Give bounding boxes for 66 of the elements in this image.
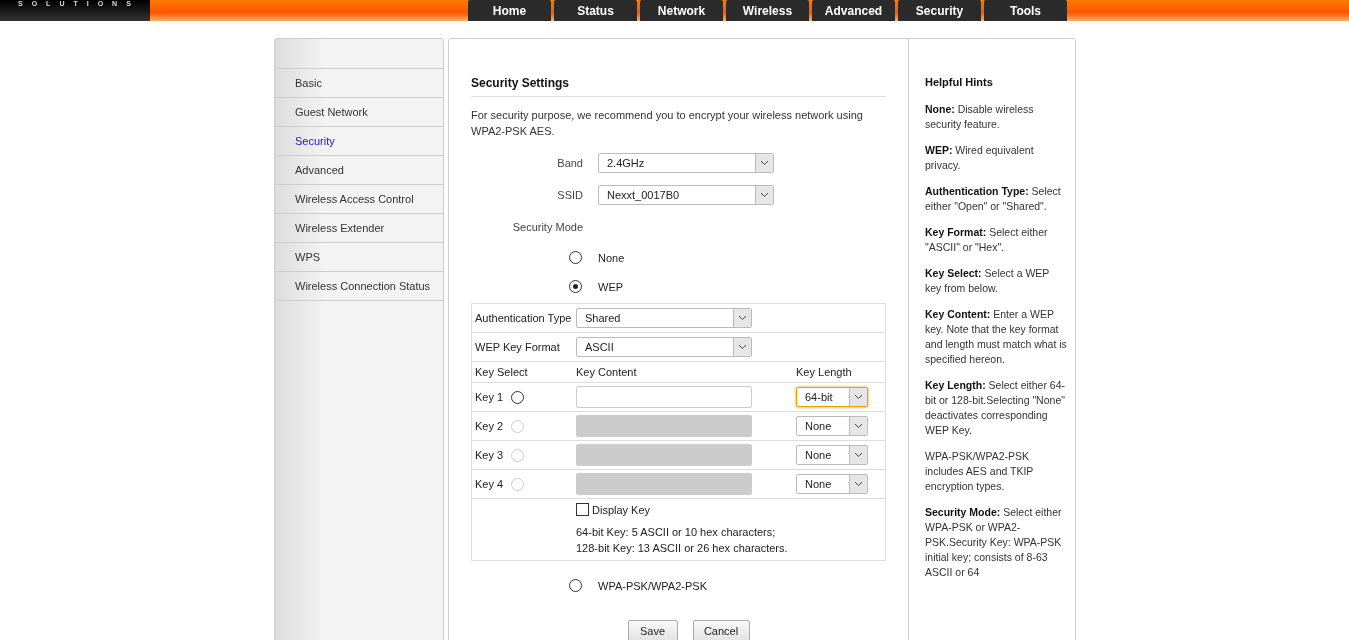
nav-tab[interactable]: Tools	[984, 0, 1067, 21]
sidebar-item[interactable]: Wireless Extender	[275, 214, 443, 243]
sidebar-item[interactable]: Basic	[275, 69, 443, 98]
section-title: Security Settings	[471, 76, 886, 97]
hint-text: WEP: Wired equivalent privacy.	[925, 143, 1035, 173]
radio-label: None	[598, 251, 625, 264]
column-header: Key Length	[796, 366, 852, 378]
hint-text: Authentication Type: Select either "Open" or "Shared".	[925, 184, 1062, 214]
field-label: Security Mode	[511, 221, 584, 233]
sidebar-item[interactable]: WPS	[275, 243, 443, 272]
caret-icon	[760, 192, 769, 198]
key-length-note: 128-bit Key: 13 ASCII or 26 hex characters.	[576, 541, 789, 556]
caret-icon	[854, 452, 863, 458]
hint-text: Key Length: Select either 64-bit or 128-bit.Selecting "None" deactivates corresponding WEP Key.	[925, 378, 1067, 438]
field-label: Authentication Type	[475, 312, 573, 324]
ssid-select[interactable]: Nexxt_0017B0	[598, 185, 774, 205]
intro-text: For security purpose, we recommend you to encrypt your wireless network using WPA2-PSK AES.	[471, 108, 864, 139]
nav-tab[interactable]: Network	[640, 0, 723, 21]
radio-label: WPA-PSK/WPA2-PSK	[598, 579, 707, 592]
hints-title: Helpful Hints	[925, 76, 994, 88]
field-label: Band	[556, 157, 584, 169]
hint-text: WPA-PSK/WPA2-PSK includes AES and TKIP encryption types.	[925, 449, 1035, 494]
field-label: WEP Key Format	[475, 341, 561, 353]
key-label: Key 4	[475, 478, 504, 490]
key-label: Key 3	[475, 449, 504, 461]
hint-text: Security Mode: Select either WPA-PSK or WPA2-PSK.Security Key: WPA-PSK initial key; consists of 8-63 ASCII or 64	[925, 505, 1063, 580]
sidebar-item[interactable]: Guest Network	[275, 98, 443, 127]
form-button[interactable]: Cancel	[692, 620, 750, 640]
caret-icon	[854, 481, 863, 487]
hint-text: Key Content: Enter a WEP key. Note that the key format and length must match what is specified hereon.	[925, 307, 1067, 367]
caret-icon	[760, 160, 769, 166]
key-label: Key 2	[475, 420, 504, 432]
hint-text: Key Format: Select either "ASCII" or "Hex".	[925, 225, 1049, 255]
radio-button[interactable]	[569, 579, 582, 592]
radio-button[interactable]	[569, 280, 582, 293]
field-label: SSID	[556, 189, 584, 201]
key-label: Key 1	[475, 391, 504, 403]
band-select[interactable]: 2.4GHz	[598, 153, 774, 173]
caret-icon	[738, 344, 747, 350]
caret-icon	[854, 423, 863, 429]
caret-icon	[738, 315, 747, 321]
key-content-field[interactable]	[576, 386, 752, 408]
auth-type-select[interactable]: Shared	[576, 308, 752, 328]
nav-tab[interactable]: Status	[554, 0, 637, 21]
key-length-select[interactable]: 64-bit	[796, 387, 868, 407]
nav-tab[interactable]: Security	[898, 0, 981, 21]
column-header: Key Select	[475, 366, 529, 378]
key-length-note: 64-bit Key: 5 ASCII or 10 hex characters;	[576, 525, 777, 540]
hint-text: Key Select: Select a WEP key from below.	[925, 266, 1051, 296]
sidebar-item[interactable]: Security	[275, 127, 443, 156]
caret-icon	[854, 394, 863, 400]
column-header: Key Content	[576, 366, 638, 378]
nav-tab[interactable]: Home	[468, 0, 551, 21]
checkbox[interactable]	[576, 503, 589, 516]
form-button[interactable]: Save	[627, 620, 678, 640]
nav-tab[interactable]: Advanced	[812, 0, 895, 21]
radio-button[interactable]	[569, 251, 582, 264]
sidebar-item[interactable]: Wireless Connection Status	[275, 272, 443, 301]
sidebar-item[interactable]: Advanced	[275, 156, 443, 185]
radio-button[interactable]	[511, 390, 525, 404]
hint-text: None: Disable wireless security feature.	[925, 102, 1035, 132]
key-format-select[interactable]: ASCII	[576, 337, 752, 357]
sidebar-item[interactable]: Wireless Access Control	[275, 185, 443, 214]
radio-label: WEP	[598, 280, 624, 293]
checkbox-label: Display Key	[592, 503, 651, 516]
nav-tab[interactable]: Wireless	[726, 0, 809, 21]
